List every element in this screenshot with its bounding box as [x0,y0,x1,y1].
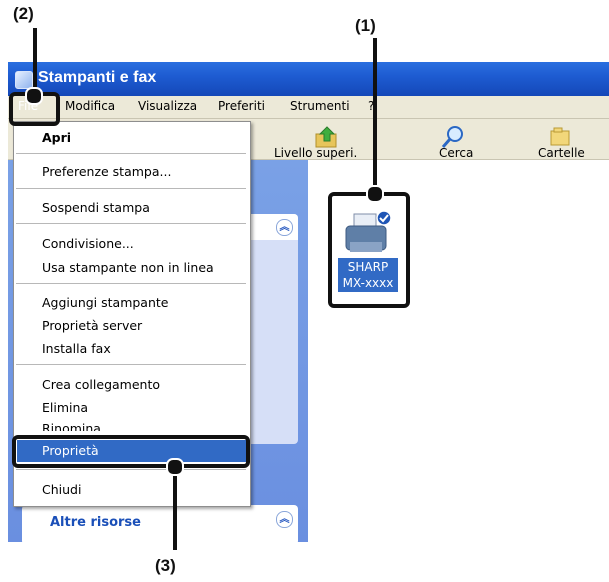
menu-item-preferenze-stampa[interactable]: Preferenze stampa... [42,164,171,179]
callout-3-leader-line [173,466,177,550]
menu-separator [16,364,246,365]
highlight-box-printer [328,192,410,308]
collapse-chevron-icon[interactable]: ︽ [276,219,293,236]
menu-separator [16,188,246,189]
up-folder-label: Livello superi. [274,146,358,160]
menu-item-usa-non-in-linea[interactable]: Usa stampante non in linea [42,260,214,275]
callout-2-leader-line [33,28,37,94]
title-bar[interactable]: Stampanti e fax [8,62,609,96]
menu-separator [16,223,246,224]
menu-item-crea-collegamento[interactable]: Crea collegamento [42,377,160,392]
menu-item-proprieta-server[interactable]: Proprietà server [42,318,142,333]
collapse-chevron-icon[interactable]: ︽ [276,511,293,528]
menu-item-apri[interactable]: Apri [42,130,71,145]
menu-separator [16,283,246,284]
menu-item-installa-fax[interactable]: Installa fax [42,341,111,356]
window-title: Stampanti e fax [38,69,157,86]
menu-separator [16,469,246,470]
menu-item-condivisione[interactable]: Condivisione... [42,236,134,251]
menu-preferiti[interactable]: Preferiti [218,99,265,113]
callout-2-label: (2) [13,4,34,23]
menu-item-rinomina[interactable]: Rinomina [42,421,101,431]
callout-1-leader-line [373,38,377,194]
callout-1-label: (1) [355,16,376,35]
menu-item-chiudi[interactable]: Chiudi [42,482,81,497]
menu-visualizza[interactable]: Visualizza [138,99,197,113]
menu-item-aggiungi-stampante[interactable]: Aggiungi stampante [42,295,168,310]
callout-1-anchor-dot [366,185,384,203]
highlight-box-proprieta [12,435,250,468]
search-label: Cerca [439,146,474,160]
menu-item-sospendi-stampa[interactable]: Sospendi stampa [42,200,150,215]
other-resources-title: Altre risorse [50,515,141,530]
other-resources-header[interactable]: Altre risorse ︽ [22,505,298,545]
callout-3-anchor-dot [166,458,184,476]
menu-strumenti[interactable]: Strumenti [290,99,350,113]
callout-3-label: (3) [155,556,176,575]
folders-label: Cartelle [538,146,585,160]
menu-bar: File Modifica Visualizza Preferiti Strum… [8,96,609,119]
menu-modifica[interactable]: Modifica [65,99,115,113]
menu-separator [16,153,246,154]
callout-2-anchor-dot [25,87,43,105]
menu-item-elimina[interactable]: Elimina [42,400,88,415]
